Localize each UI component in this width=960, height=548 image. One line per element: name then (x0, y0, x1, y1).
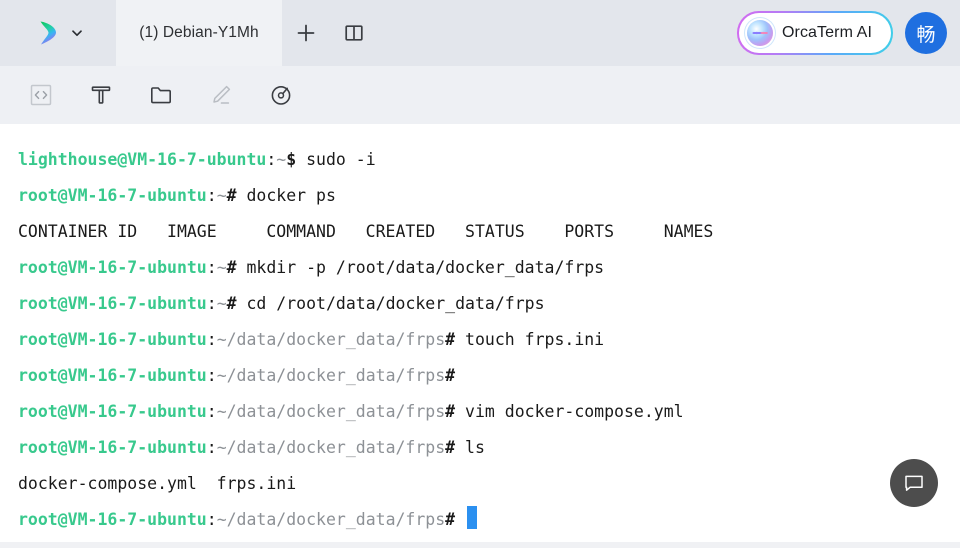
pencil-icon (208, 82, 234, 108)
terminal-prompt-line: root@VM-16-7-ubuntu:~/data/docker_data/f… (18, 322, 960, 358)
text-icon (88, 82, 114, 108)
title-bar: (1) Debian-Y1Mh OrcaTerm AI 畅 (0, 0, 960, 66)
terminal-output-text: docker-compose.yml frps.ini (18, 474, 297, 493)
prompt-colon: : (206, 402, 217, 421)
ai-orb-icon (746, 20, 773, 46)
prompt-path: ~/data/docker_data/frps (216, 510, 446, 529)
prompt-path: ~/data/docker_data/frps (216, 366, 446, 385)
prompt-user-host: root@VM-16-7-ubuntu (18, 294, 207, 313)
orcaterm-logo-icon (32, 18, 62, 48)
prompt-user-host: root@VM-16-7-ubuntu (18, 258, 207, 277)
prompt-symbol: # (445, 330, 456, 349)
toolbar-edit-button[interactable] (200, 75, 242, 115)
prompt-path: ~ (276, 150, 287, 169)
terminal-command: touch frps.ini (455, 330, 605, 349)
prompt-symbol: # (445, 438, 456, 457)
prompt-user-host: root@VM-16-7-ubuntu (18, 366, 207, 385)
chat-fab-button[interactable] (890, 459, 938, 507)
terminal-app-window: (1) Debian-Y1Mh OrcaTerm AI 畅 lighthouse… (0, 0, 960, 548)
brand-menu[interactable] (0, 0, 116, 66)
prompt-colon: : (206, 330, 217, 349)
prompt-colon: : (206, 258, 217, 277)
split-pane-icon (343, 22, 365, 44)
terminal-prompt-line: root@VM-16-7-ubuntu:~# mkdir -p /root/da… (18, 250, 960, 286)
orcaterm-ai-button[interactable]: OrcaTerm AI (737, 11, 893, 55)
toolbar-code-button[interactable] (20, 75, 62, 115)
window-bottom-edge (0, 542, 960, 548)
terminal-prompt-line: root@VM-16-7-ubuntu:~/data/docker_data/f… (18, 502, 960, 538)
terminal-command: vim docker-compose.yml (455, 402, 684, 421)
toolbar-monitor-button[interactable] (260, 75, 302, 115)
code-icon (28, 82, 54, 108)
prompt-symbol: # (226, 186, 237, 205)
terminal-prompt-line: root@VM-16-7-ubuntu:~# docker ps (18, 178, 960, 214)
terminal-command: ls (455, 438, 485, 457)
terminal-command (455, 510, 465, 529)
prompt-colon: : (206, 186, 217, 205)
terminal-command: cd /root/data/docker_data/frps (236, 294, 545, 313)
terminal-cursor (467, 506, 478, 529)
prompt-user-host: root@VM-16-7-ubuntu (18, 402, 207, 421)
prompt-symbol: # (445, 366, 456, 385)
terminal-command: docker ps (236, 186, 336, 205)
prompt-user-host: root@VM-16-7-ubuntu (18, 330, 207, 349)
new-tab-button[interactable] (282, 0, 330, 66)
chat-bubble-icon (902, 471, 926, 495)
prompt-symbol: $ (286, 150, 297, 169)
terminal-output-line: docker-compose.yml frps.ini (18, 466, 960, 502)
prompt-path: ~ (216, 294, 227, 313)
chevron-down-icon (70, 26, 84, 40)
terminal-command: mkdir -p /root/data/docker_data/frps (236, 258, 605, 277)
toolbar (0, 66, 960, 124)
prompt-path: ~ (216, 258, 227, 277)
tab-label: (1) Debian-Y1Mh (139, 24, 259, 41)
toolbar-text-button[interactable] (80, 75, 122, 115)
terminal-prompt-line: lighthouse@VM-16-7-ubuntu:~$ sudo -i (18, 142, 960, 178)
prompt-symbol: # (445, 510, 456, 529)
terminal-output[interactable]: lighthouse@VM-16-7-ubuntu:~$ sudo -i root… (0, 124, 960, 548)
prompt-path: ~/data/docker_data/frps (216, 402, 446, 421)
prompt-colon: : (206, 366, 217, 385)
terminal-output-line: CONTAINER ID IMAGE COMMAND CREATED STATU… (18, 214, 960, 250)
prompt-user-host: root@VM-16-7-ubuntu (18, 186, 207, 205)
terminal-command: sudo -i (296, 150, 376, 169)
avatar-initial: 畅 (916, 24, 936, 46)
prompt-path: ~/data/docker_data/frps (216, 330, 446, 349)
prompt-path: ~/data/docker_data/frps (216, 438, 446, 457)
terminal-output-text: CONTAINER ID IMAGE COMMAND CREATED STATU… (18, 222, 714, 241)
prompt-symbol: # (226, 258, 237, 277)
prompt-colon: : (206, 438, 217, 457)
tab-debian-y1mh[interactable]: (1) Debian-Y1Mh (116, 0, 282, 66)
prompt-user-host: lighthouse@VM-16-7-ubuntu (18, 150, 267, 169)
prompt-user-host: root@VM-16-7-ubuntu (18, 438, 207, 457)
prompt-path: ~ (216, 186, 227, 205)
orcaterm-ai-label: OrcaTerm AI (781, 24, 872, 41)
split-pane-button[interactable] (330, 0, 378, 66)
prompt-symbol: # (445, 402, 456, 421)
prompt-symbol: # (226, 294, 237, 313)
prompt-colon: : (266, 150, 277, 169)
dashboard-icon (268, 82, 294, 108)
toolbar-folder-button[interactable] (140, 75, 182, 115)
user-avatar[interactable]: 畅 (905, 12, 947, 54)
terminal-prompt-line: root@VM-16-7-ubuntu:~/data/docker_data/f… (18, 394, 960, 430)
folder-icon (148, 82, 174, 108)
terminal-prompt-line: root@VM-16-7-ubuntu:~# cd /root/data/doc… (18, 286, 960, 322)
terminal-prompt-line: root@VM-16-7-ubuntu:~/data/docker_data/f… (18, 358, 960, 394)
prompt-colon: : (206, 510, 217, 529)
prompt-colon: : (206, 294, 217, 313)
terminal-prompt-line: root@VM-16-7-ubuntu:~/data/docker_data/f… (18, 430, 960, 466)
prompt-user-host: root@VM-16-7-ubuntu (18, 510, 207, 529)
plus-icon (295, 22, 317, 44)
